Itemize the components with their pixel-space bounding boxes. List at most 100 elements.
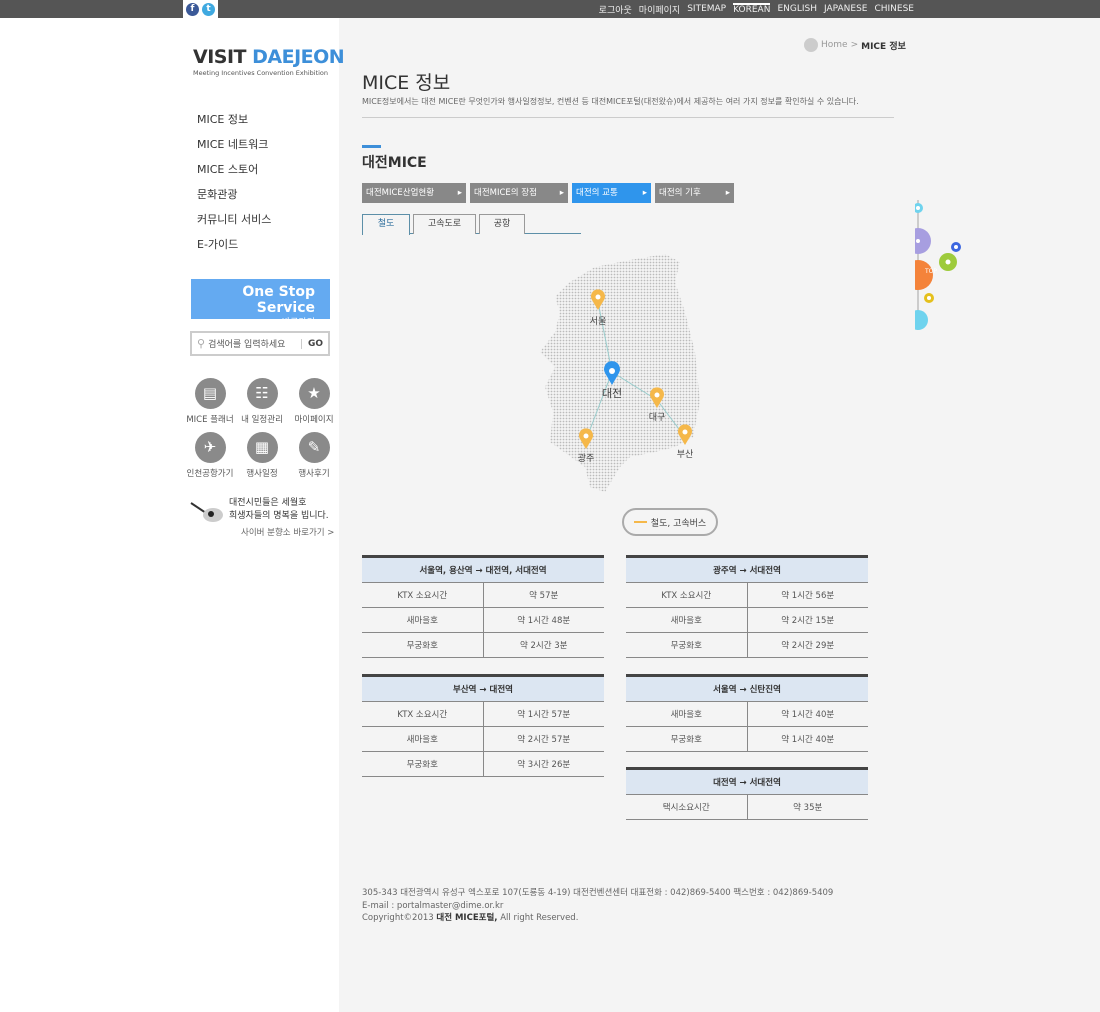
train-type: 무궁화호 — [362, 632, 483, 658]
map-legend: 철도, 고속버스 — [622, 508, 718, 536]
sitemap-link[interactable]: SITEMAP — [687, 4, 726, 14]
sewol-line2: 희생자들의 명복을 빕니다. — [229, 511, 329, 521]
quick-mypage[interactable]: ★ 마이페이지 — [288, 378, 340, 425]
subtab-transport[interactable]: 대전의 교통 ▸ — [572, 183, 651, 203]
table-title: 서울역 → 신탄진역 — [626, 674, 868, 702]
travel-time: 약 2시간 29분 — [746, 632, 868, 658]
social-links: f t — [183, 0, 218, 18]
subtab-climate[interactable]: 대전의 기후 ▸ — [655, 183, 734, 203]
lang-japanese[interactable]: JAPANESE — [824, 4, 867, 14]
tab-rail[interactable]: 철도 — [362, 214, 410, 235]
nav-community[interactable]: 커뮤니티 서비스 — [197, 212, 271, 237]
page-description: MICE정보에서는 대전 MICE란 무엇인가와 행사일정정보, 컨벤션 등 대… — [362, 96, 894, 118]
table-row: KTX 소요시간 약 57분 — [362, 582, 604, 608]
train-type: 새마을호 — [362, 726, 483, 752]
flower-icon — [190, 502, 223, 522]
logo-subtitle: Meeting Incentives Convention Exhibition — [193, 69, 329, 77]
oss-title: One Stop Service — [242, 284, 315, 316]
travel-time: 약 2시간 3분 — [482, 632, 604, 658]
table-gwangju-seodaejeon: 광주역 → 서대전역 KTX 소요시간 약 1시간 56분 새마을호 약 2시간 1… — [626, 555, 868, 658]
breadcrumb-home[interactable]: Home — [821, 40, 848, 50]
table-row: 무궁화호 약 2시간 29분 — [626, 632, 868, 658]
nav-mice-info[interactable]: MICE 정보 — [197, 112, 271, 137]
logo-city: DAEJEON — [252, 46, 345, 68]
subtab-advantages[interactable]: 대전MICE의 장점 ▸ — [470, 183, 568, 203]
subtab-industry[interactable]: 대전MICE산업현황 ▸ — [362, 183, 466, 203]
travel-time: 약 1시간 56분 — [746, 582, 868, 608]
quick-incheon-airport[interactable]: ✈ 인천공항가기 — [184, 432, 236, 479]
triangle-right-icon: ▸ — [725, 188, 730, 198]
logo[interactable]: VISIT DAEJEON Meeting Incentives Convent… — [193, 46, 345, 77]
travel-time: 약 35분 — [746, 794, 868, 820]
section-accent — [362, 145, 381, 148]
quick-event-review[interactable]: ✎ 행사후기 — [288, 432, 340, 479]
top-label: TOP — [924, 268, 937, 275]
mypage-link[interactable]: 마이페이지 — [639, 3, 680, 16]
top-button — [915, 260, 933, 290]
table-row: 택시소요시간 약 35분 — [626, 794, 868, 820]
travel-time: 약 1시간 48분 — [482, 607, 604, 633]
calendar-icon: ▦ — [246, 432, 278, 463]
section-title: 대전MICE — [362, 155, 427, 171]
table-title: 서울역, 용산역 → 대전역, 서대전역 — [362, 555, 604, 583]
travel-time: 약 1시간 40분 — [746, 726, 868, 752]
travel-time: 약 57분 — [482, 582, 604, 608]
logout-link[interactable]: 로그아웃 — [599, 3, 632, 16]
search-go-button[interactable]: GO — [300, 338, 328, 349]
travel-time: 약 2시간 15분 — [746, 607, 868, 633]
top-bar: f t 로그아웃 마이페이지 SITEMAP KOREAN ENGLISH JA… — [0, 0, 1100, 18]
quick-label: 내 일정관리 — [241, 415, 283, 425]
facebook-icon[interactable]: f — [186, 2, 199, 16]
home-icon[interactable] — [804, 38, 818, 52]
sewol-line1: 대전시민들은 세월호 — [229, 498, 307, 508]
train-type: 택시소요시간 — [626, 794, 747, 820]
nav-mice-store[interactable]: MICE 스토어 — [197, 162, 271, 187]
quick-mice-planner[interactable]: ▤ MICE 플래너 — [184, 378, 236, 425]
table-title: 광주역 → 서대전역 — [626, 555, 868, 583]
table-daejeon-seodaejeon: 대전역 → 서대전역 택시소요시간 약 35분 — [626, 767, 868, 820]
quick-label: 행사일정 — [246, 469, 278, 479]
sewol-memorial-banner[interactable]: 대전시민들은 세월호희생자들의 명복을 빕니다. 사이버 분향소 바로가기 > — [189, 497, 334, 538]
page-title: MICE 정보 — [362, 72, 451, 94]
cyber-memorial-link[interactable]: 사이버 분향소 바로가기 > — [241, 526, 334, 538]
legend-label: 철도, 고속버스 — [650, 518, 707, 529]
nav-culture-tour[interactable]: 문화관광 — [197, 187, 271, 212]
quick-menu: ▤ MICE 플래너 ☷ 내 일정관리 ★ 마이페이지 ✈ 인천공항가기 ▦ 행사일정 ✎… — [184, 378, 340, 479]
train-type: KTX 소요시간 — [362, 701, 483, 727]
one-stop-service-button[interactable]: One Stop Service 바로가기 — [191, 279, 330, 328]
subtab-label: 대전의 교통 — [576, 188, 618, 198]
top-button-decoration[interactable]: TOP — [915, 200, 975, 335]
table-row: KTX 소요시간 약 1시간 57분 — [362, 701, 604, 727]
lang-korean[interactable]: KOREAN — [733, 2, 771, 16]
sidebar-nav: MICE 정보 MICE 네트워크 MICE 스토어 문화관광 커뮤니티 서비스… — [197, 112, 271, 262]
search-input[interactable]: 검색어를 입력하세요 — [208, 337, 285, 350]
footer: 305-343 대전광역시 유성구 엑스포로 107(도룡동 4-19) 대전컨… — [362, 887, 833, 925]
table-row: 무궁화호 약 3시간 26분 — [362, 751, 604, 777]
twitter-icon[interactable]: t — [202, 2, 215, 16]
tab-airport[interactable]: 공항 — [479, 214, 525, 234]
quick-my-schedule[interactable]: ☷ 내 일정관리 — [236, 378, 288, 425]
quick-label: 마이페이지 — [294, 415, 334, 425]
korea-map: 서울 대전 대구 광주 부산 — [540, 254, 700, 492]
table-title: 대전역 → 서대전역 — [626, 767, 868, 795]
footer-address: 305-343 대전광역시 유성구 엑스포로 107(도룡동 4-19) 대전컨… — [362, 888, 834, 898]
train-type: 무궁화호 — [626, 632, 747, 658]
lang-english[interactable]: ENGLISH — [777, 4, 817, 14]
star-icon: ★ — [298, 378, 330, 409]
quick-event-schedule[interactable]: ▦ 행사일정 — [236, 432, 288, 479]
content-area — [339, 18, 1100, 1012]
breadcrumb: Home > MICE 정보 — [804, 38, 906, 52]
tab-highway[interactable]: 고속도로 — [413, 214, 476, 234]
logo-visit: VISIT — [193, 46, 247, 68]
city-label: 부산 — [677, 449, 694, 460]
train-type: KTX 소요시간 — [362, 582, 483, 608]
triangle-right-icon: ▸ — [559, 188, 564, 198]
nav-e-guide[interactable]: E-가이드 — [197, 237, 271, 262]
quick-label: 인천공항가기 — [186, 469, 234, 479]
table-row: 새마을호 약 1시간 40분 — [626, 701, 868, 727]
nav-mice-network[interactable]: MICE 네트워크 — [197, 137, 271, 162]
lang-chinese[interactable]: CHINESE — [874, 4, 914, 14]
subtabs: 대전MICE산업현황 ▸ 대전MICE의 장점 ▸ 대전의 교통 ▸ 대전의 기후 ▸ — [362, 183, 734, 203]
copyright-brand: 대전 MICE포털, — [436, 913, 498, 923]
chevron-right-icon: > — [850, 40, 859, 50]
